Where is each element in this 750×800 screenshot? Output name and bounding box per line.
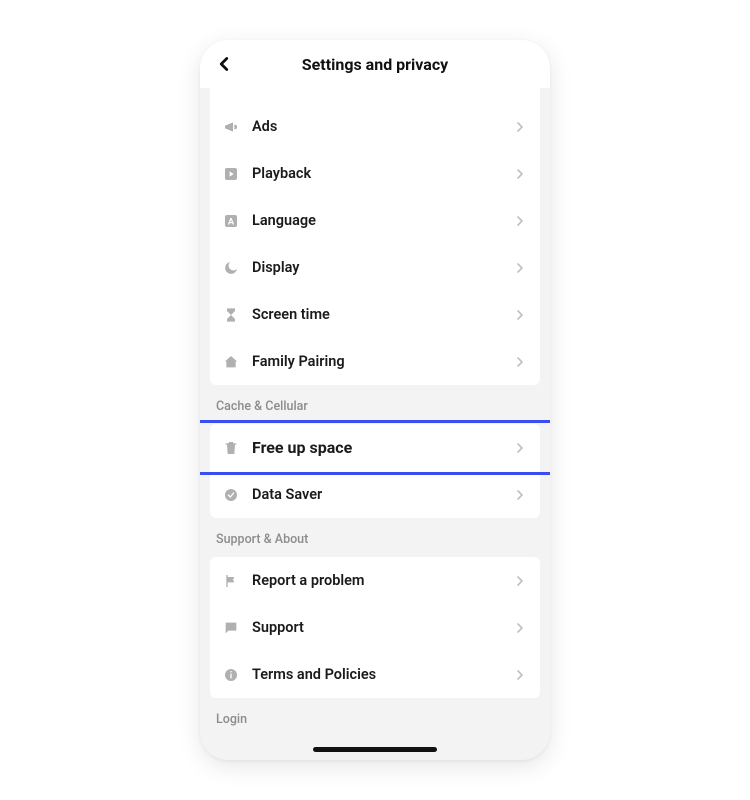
data-saver-icon — [222, 486, 240, 504]
setting-label: Report a problem — [252, 572, 512, 589]
play-square-icon — [222, 165, 240, 183]
setting-label: Ads — [252, 118, 512, 135]
setting-data-saver[interactable]: Data Saver — [210, 471, 540, 518]
svg-text:A: A — [228, 216, 235, 227]
setting-report-problem[interactable]: Report a problem — [210, 557, 540, 604]
chevron-right-icon — [512, 260, 528, 276]
home-indicator[interactable] — [313, 747, 437, 752]
setting-label: Support — [252, 619, 512, 636]
setting-free-up-space[interactable]: Free up space — [210, 424, 540, 471]
setting-label: Language — [252, 212, 512, 229]
setting-support[interactable]: Support — [210, 604, 540, 651]
flag-icon — [222, 572, 240, 590]
chevron-right-icon — [512, 487, 528, 503]
megaphone-icon — [222, 118, 240, 136]
chevron-right-icon — [512, 307, 528, 323]
setting-family-pairing[interactable]: Family Pairing — [210, 338, 540, 385]
chat-icon — [222, 619, 240, 637]
chevron-right-icon — [512, 573, 528, 589]
scroll-area[interactable]: Content preferences Ads — [200, 88, 550, 760]
content: Content preferences Ads — [200, 88, 550, 737]
chevron-right-icon — [512, 119, 528, 135]
setting-terms-policies[interactable]: Terms and Policies — [210, 651, 540, 698]
chevron-right-icon — [512, 213, 528, 229]
hourglass-icon — [222, 306, 240, 324]
info-icon — [222, 666, 240, 684]
setting-label: Free up space — [252, 438, 512, 457]
home-icon — [222, 353, 240, 371]
chevron-left-icon — [213, 53, 235, 75]
setting-ads[interactable]: Ads — [210, 103, 540, 150]
chevron-right-icon — [512, 667, 528, 683]
setting-label: Playback — [252, 165, 512, 182]
phone-frame: Settings and privacy Content preferences — [200, 40, 550, 760]
section-header-support: Support & About — [200, 518, 550, 557]
back-button[interactable] — [210, 50, 238, 78]
settings-group-cache: Free up space Data Saver — [210, 424, 540, 518]
settings-group-content: Content preferences Ads — [210, 88, 540, 385]
setting-label: Display — [252, 259, 512, 276]
setting-label: Family Pairing — [252, 353, 512, 370]
chevron-right-icon — [512, 166, 528, 182]
chevron-right-icon — [512, 620, 528, 636]
trash-icon — [222, 439, 240, 457]
chevron-right-icon — [512, 440, 528, 456]
setting-label: Screen time — [252, 306, 512, 323]
header: Settings and privacy — [200, 40, 550, 88]
setting-playback[interactable]: Playback — [210, 150, 540, 197]
setting-label: Data Saver — [252, 486, 512, 503]
setting-screen-time[interactable]: Screen time — [210, 291, 540, 338]
chevron-right-icon — [512, 354, 528, 370]
setting-label: Terms and Policies — [252, 666, 512, 683]
section-header-cache: Cache & Cellular — [200, 385, 550, 424]
settings-group-support: Report a problem Support — [210, 557, 540, 698]
language-icon: A — [222, 212, 240, 230]
setting-language[interactable]: A Language — [210, 197, 540, 244]
section-header-login: Login — [200, 698, 550, 737]
page-title: Settings and privacy — [302, 55, 448, 74]
setting-content-preferences[interactable]: Content preferences — [210, 88, 540, 103]
setting-display[interactable]: Display — [210, 244, 540, 291]
moon-icon — [222, 259, 240, 277]
sliders-icon — [222, 88, 240, 89]
